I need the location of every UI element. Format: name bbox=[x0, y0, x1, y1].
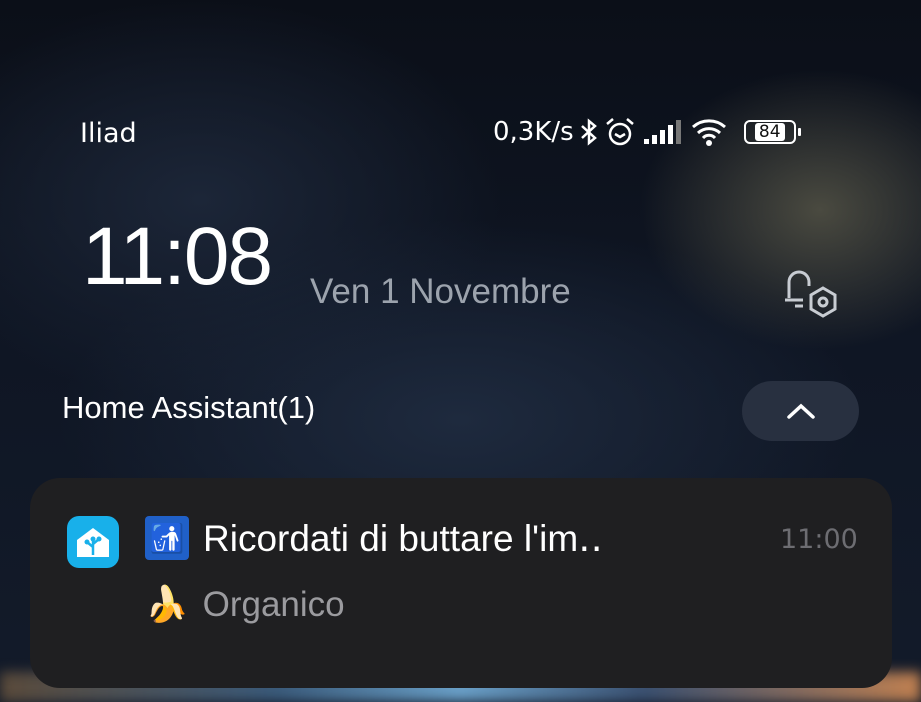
wifi-icon bbox=[691, 119, 726, 146]
network-speed: 0,3K/s bbox=[493, 117, 574, 147]
notification-body-text: Organico bbox=[202, 584, 345, 624]
clock: 11:08 bbox=[82, 211, 273, 302]
bell-settings-icon bbox=[785, 270, 837, 318]
notification-card[interactable] bbox=[30, 478, 892, 688]
notification-group-title: Home Assistant(1) bbox=[62, 390, 316, 425]
litter-bin-icon: 🚮 bbox=[145, 516, 189, 560]
date: Ven 1 Novembre bbox=[310, 272, 571, 311]
carrier-name: Iliad bbox=[80, 118, 137, 149]
notification-settings-button[interactable] bbox=[783, 268, 841, 324]
home-assistant-icon bbox=[67, 516, 119, 568]
notification-time: 11:00 bbox=[780, 524, 858, 555]
alarm-icon bbox=[605, 118, 634, 146]
banana-icon: 🍌 bbox=[145, 585, 189, 624]
status-icons: 0,3K/s 84 bbox=[493, 116, 801, 148]
signal-icon bbox=[643, 120, 681, 144]
bluetooth-icon bbox=[580, 118, 597, 146]
collapse-group-button[interactable] bbox=[742, 381, 859, 441]
notification-body: 🍌 Organico bbox=[145, 584, 345, 625]
chevron-up-icon bbox=[786, 403, 815, 419]
notification-title: 🚮 Ricordati di buttare l'im‥ bbox=[145, 516, 603, 560]
notification-title-text: Ricordati di buttare l'im‥ bbox=[203, 517, 603, 559]
battery-indicator: 84 bbox=[743, 120, 801, 144]
battery-level: 84 bbox=[754, 123, 785, 141]
